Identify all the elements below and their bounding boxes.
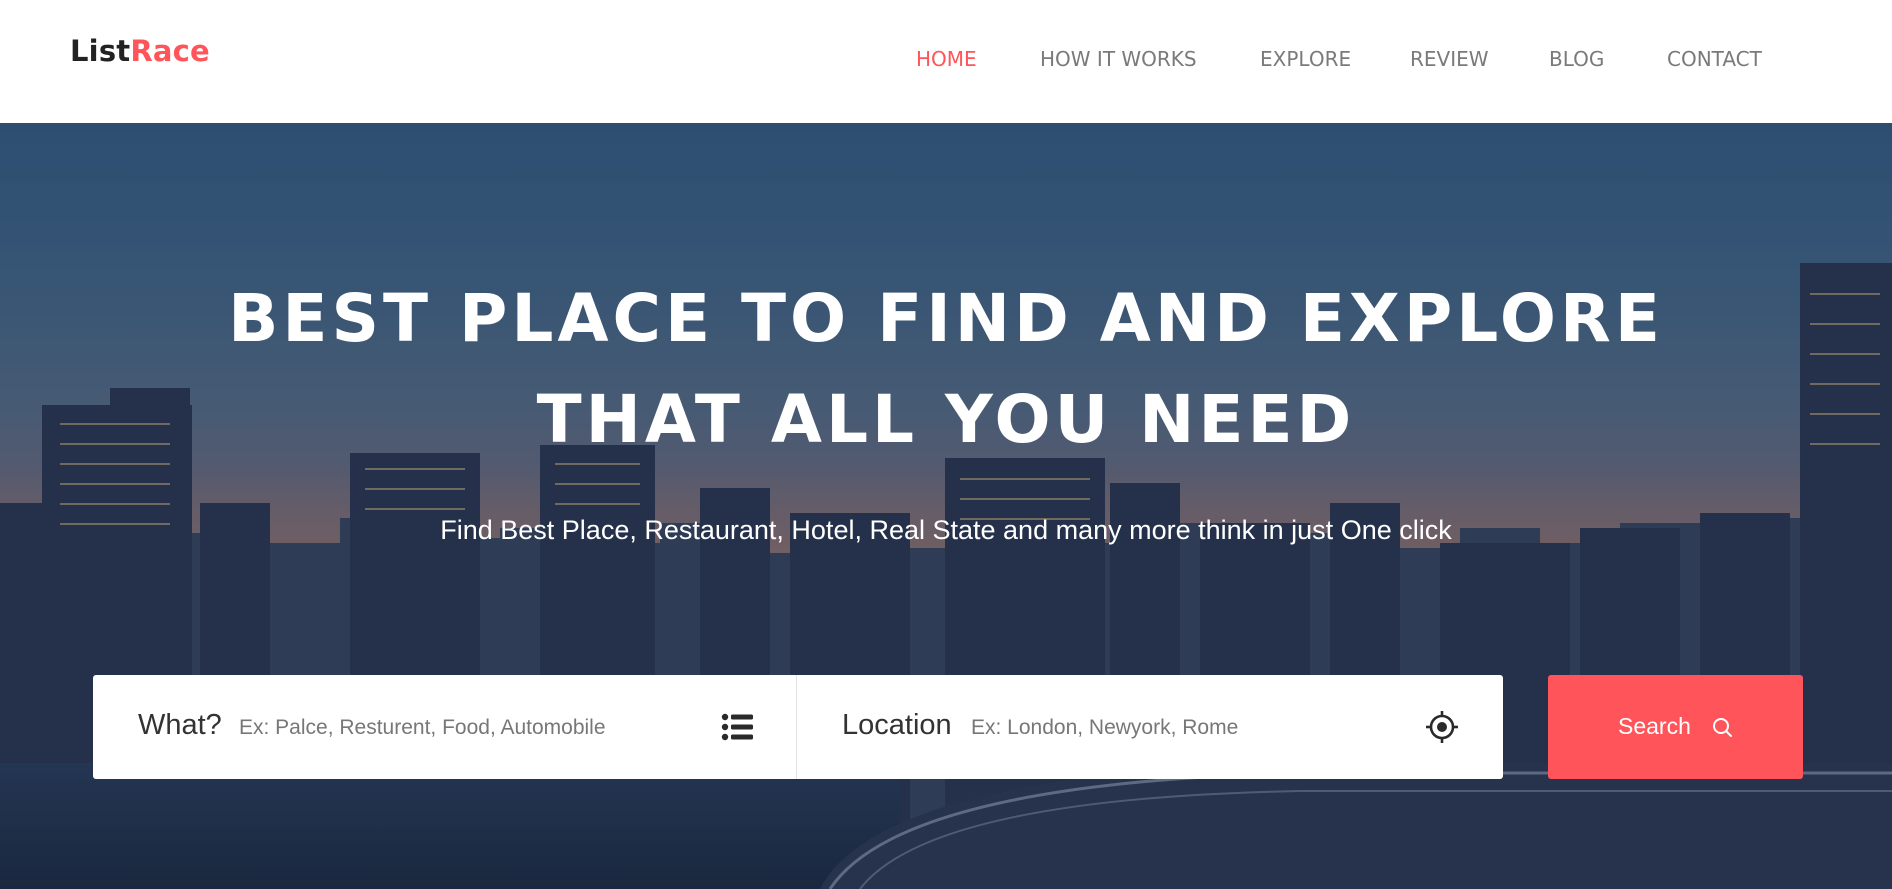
what-input[interactable] bbox=[239, 713, 659, 743]
main-nav: HOME HOW IT WORKS EXPLORE REVIEW BLOG CO… bbox=[0, 47, 1892, 77]
location-input[interactable] bbox=[971, 713, 1371, 743]
search-divider bbox=[796, 675, 797, 779]
nav-item-contact[interactable]: CONTACT bbox=[1667, 47, 1762, 71]
search-button-label: Search bbox=[1618, 713, 1691, 739]
list-icon[interactable] bbox=[721, 712, 753, 742]
search-form: What? Location bbox=[93, 675, 1503, 779]
crosshair-icon[interactable] bbox=[1425, 710, 1459, 744]
search-button[interactable]: Search bbox=[1548, 675, 1803, 779]
location-label: Location bbox=[842, 709, 952, 741]
nav-item-review[interactable]: REVIEW bbox=[1410, 47, 1489, 71]
nav-item-blog[interactable]: BLOG bbox=[1549, 47, 1604, 71]
hero-headline-line1: BEST PLACE TO FIND AND EXPLORE bbox=[228, 280, 1664, 357]
nav-item-how-it-works[interactable]: HOW IT WORKS bbox=[1040, 47, 1197, 71]
hero-subtitle: Find Best Place, Restaurant, Hotel, Real… bbox=[440, 515, 1452, 545]
hero-headline-line2: THAT ALL YOU NEED bbox=[536, 381, 1356, 458]
what-label: What? bbox=[138, 709, 222, 741]
site-header: ListRace HOME HOW IT WORKS EXPLORE REVIE… bbox=[0, 0, 1892, 123]
nav-item-home[interactable]: HOME bbox=[916, 47, 977, 71]
nav-item-explore[interactable]: EXPLORE bbox=[1260, 47, 1351, 71]
hero-section: BEST PLACE TO FIND AND EXPLORE THAT ALL … bbox=[0, 123, 1892, 889]
search-icon bbox=[1711, 716, 1733, 738]
